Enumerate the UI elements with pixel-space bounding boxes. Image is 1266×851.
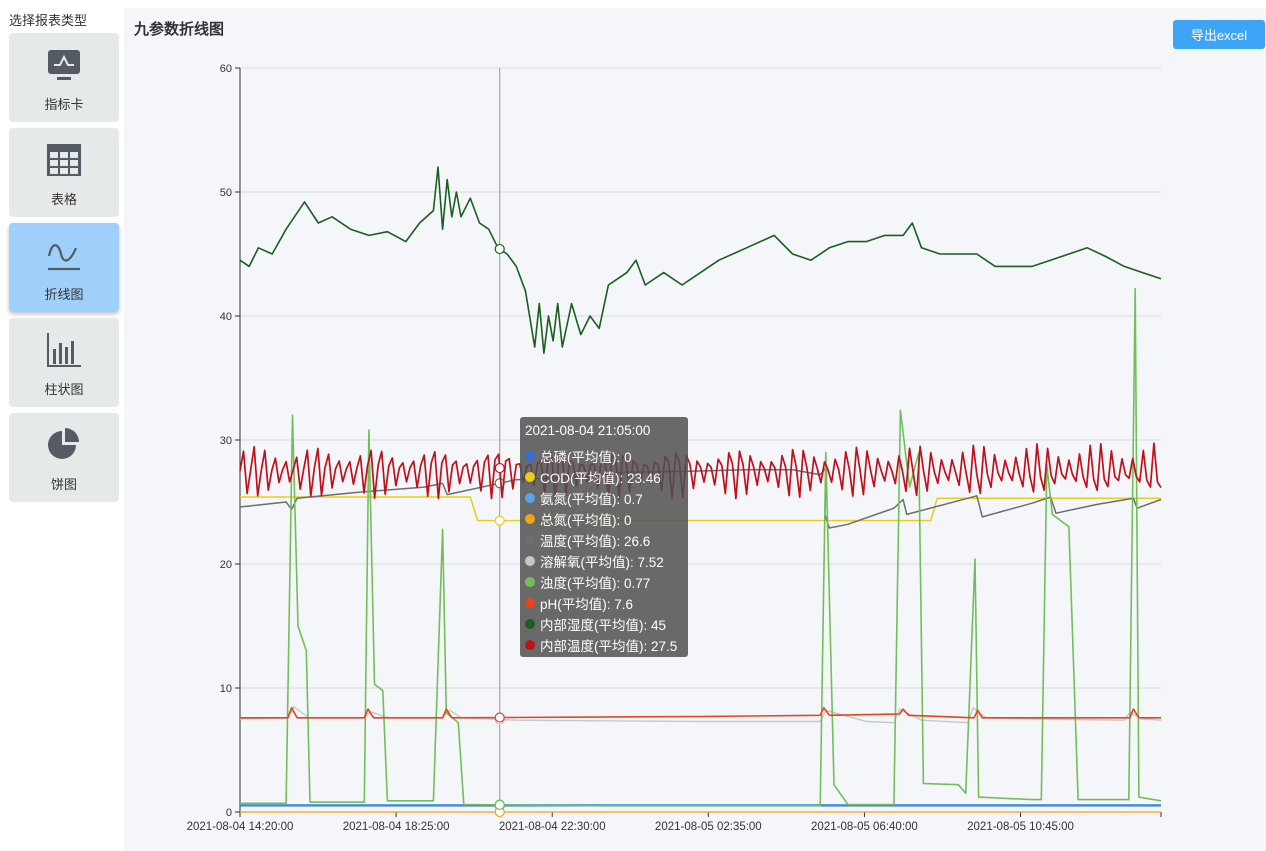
tooltip-row: 总氮(平均值): 0	[525, 508, 632, 529]
tooltip-time: 2021-08-04 21:05:00	[525, 423, 651, 438]
series-line	[240, 496, 1161, 522]
series-point	[494, 799, 505, 810]
tooltip-row: 氨氮(平均值): 0.7	[525, 487, 643, 508]
legend-dot	[525, 618, 535, 629]
series-line	[239, 166, 1162, 354]
report-type-table[interactable]: 表格	[9, 128, 119, 217]
tooltip-label: 内部温度(平均值): 27.5	[540, 638, 678, 654]
report-type-label: 折线图	[44, 287, 84, 302]
legend-dot	[525, 471, 535, 482]
y-tick-label: 10	[220, 683, 232, 695]
line-chart[interactable]: 0 10 20 30 40 50 60 2021-08-04 14:20:00 2021-08-…	[124, 8, 1266, 851]
series-point	[494, 515, 505, 526]
sidebar-title: 选择报表类型	[9, 13, 88, 28]
tooltip-row: 溶解氧(平均值): 7.52	[525, 550, 664, 571]
series-line	[240, 287, 1162, 807]
series-point	[494, 462, 505, 474]
y-tick-label: 40	[220, 311, 232, 323]
tooltip-row: COD(平均值): 23.46	[525, 466, 661, 487]
report-type-label: 柱状图	[44, 382, 84, 397]
y-tick-label: 20	[220, 559, 232, 571]
tooltip-label: 内部湿度(平均值): 45	[540, 617, 667, 633]
legend-dot	[525, 639, 535, 650]
tooltip-label: 氨氮(平均值): 0.7	[540, 491, 643, 507]
x-tick-label: 2021-08-04 18:25:00	[343, 821, 450, 833]
tooltip-label: COD(平均值): 23.46	[540, 470, 661, 486]
tooltip-label: 温度(平均值): 26.6	[540, 533, 651, 549]
x-tick-label: 2021-08-04 22:30:00	[499, 821, 606, 833]
tooltip-label: 溶解氧(平均值): 7.52	[540, 554, 664, 570]
tooltip-row: 浊度(平均值): 0.77	[525, 571, 650, 592]
tooltip-label: pH(平均值): 7.6	[540, 596, 634, 612]
pie-chart-icon	[45, 426, 83, 464]
report-type-line-chart[interactable]: 折线图	[9, 223, 119, 312]
x-tick-label: 2021-08-05 06:40:00	[811, 821, 918, 833]
tooltip-row: 总磷(平均值): 0	[525, 445, 632, 466]
legend-dot	[525, 597, 535, 608]
chart-tooltip: 2021-08-04 21:05:00 总磷(平均值): 0 COD(平均值): …	[520, 417, 688, 657]
y-tick-label: 30	[220, 435, 232, 447]
tooltip-label: 总磷(平均值): 0	[540, 449, 632, 465]
tooltip-row: 内部湿度(平均值): 45	[525, 613, 666, 634]
x-tick-label: 2021-08-04 14:20:00	[187, 821, 294, 833]
line-chart-icon	[45, 236, 83, 274]
series-point	[494, 712, 505, 723]
y-tick-label: 0	[226, 807, 232, 819]
y-tick-label: 50	[220, 187, 232, 199]
series-line	[239, 705, 1162, 724]
tooltip-label: 浊度(平均值): 0.77	[540, 575, 651, 591]
x-tick-label: 2021-08-05 10:45:00	[967, 821, 1074, 833]
legend-dot	[525, 492, 535, 503]
legend-dot	[525, 576, 535, 587]
legend-dot	[525, 450, 535, 461]
report-type-label: 指标卡	[44, 97, 84, 112]
chart-panel: 九参数折线图 导出excel 0 10 20 30 40 50 60 2021-08-04 1…	[124, 8, 1266, 851]
y-tick-label: 60	[220, 63, 232, 75]
indicator-card-icon	[45, 46, 83, 84]
bar-chart-icon	[45, 331, 83, 369]
tooltip-row: 内部温度(平均值): 27.5	[525, 634, 677, 655]
tooltip-label: 总氮(平均值): 0	[540, 512, 632, 528]
report-type-indicator-card[interactable]: 指标卡	[9, 33, 119, 122]
report-type-label: 饼图	[50, 477, 77, 492]
report-type-label: 表格	[50, 192, 77, 207]
legend-dot	[525, 534, 535, 545]
tooltip-row: pH(平均值): 7.6	[525, 592, 633, 613]
x-tick-label: 2021-08-05 02:35:00	[655, 821, 762, 833]
series-point	[494, 243, 505, 255]
report-type-sidebar: 选择报表类型 指标卡 表格 折线图 柱状图 饼图	[0, 0, 124, 851]
tooltip-row: 温度(平均值): 26.6	[525, 529, 650, 550]
legend-dot	[525, 555, 535, 566]
series-line	[240, 707, 1161, 719]
report-type-pie-chart[interactable]: 饼图	[9, 413, 119, 502]
table-icon	[45, 141, 83, 179]
report-type-bar-chart[interactable]: 柱状图	[9, 318, 119, 407]
legend-dot	[525, 513, 535, 524]
